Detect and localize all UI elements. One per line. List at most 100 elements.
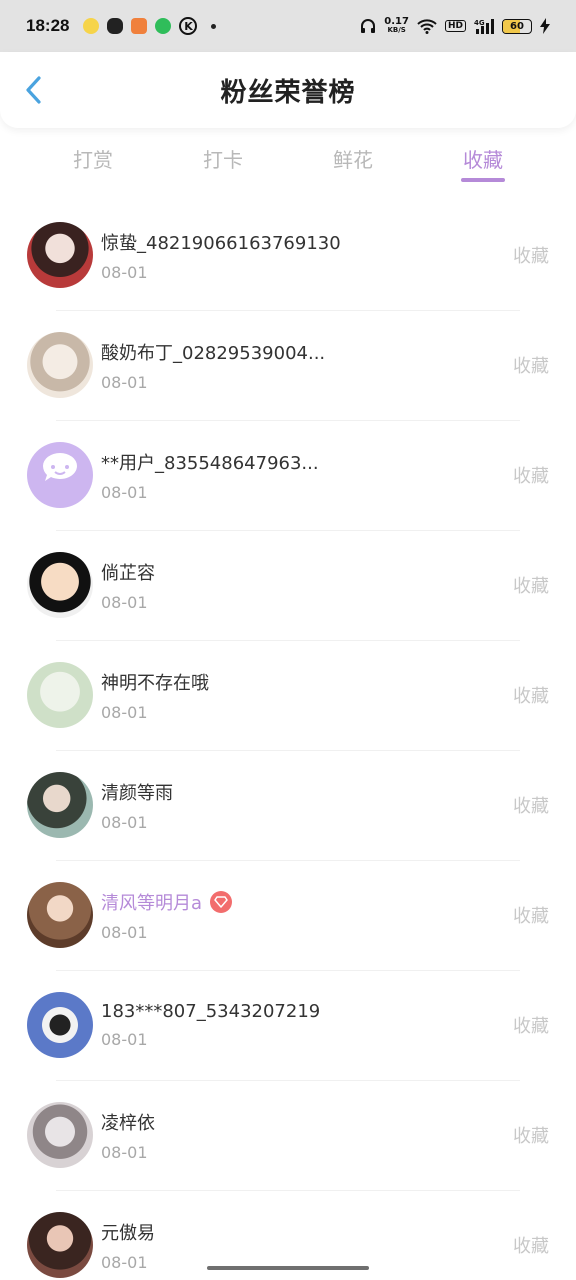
- name-line: 倘芷容: [101, 559, 576, 585]
- row-divider: [56, 970, 520, 971]
- network-speed: 0.17 KB/S: [384, 17, 409, 35]
- tab-label: 鲜花: [333, 148, 373, 172]
- fan-date: 08-01: [101, 262, 148, 282]
- tab-favorites[interactable]: 收藏: [418, 134, 548, 186]
- fan-date: 08-01: [101, 812, 148, 832]
- fan-action-label: 收藏: [513, 686, 549, 707]
- svg-text:4G: 4G: [474, 19, 485, 27]
- tab-bar: 打赏 打卡 鲜花 收藏: [0, 134, 576, 186]
- signal-icon: 4G: [474, 19, 494, 34]
- fan-info: 清风等明月a 08-01: [101, 889, 576, 942]
- avatar[interactable]: [27, 1212, 93, 1278]
- fan-name: 倘芷容: [101, 562, 155, 584]
- fan-name: **用户_835548647963...: [101, 452, 319, 474]
- list-item[interactable]: 惊蛰_48219066163769130 08-01 收藏: [0, 200, 576, 310]
- avatar[interactable]: [27, 772, 93, 838]
- status-time: 18:28: [26, 16, 70, 35]
- tab-label: 打赏: [73, 148, 113, 172]
- tab-label: 打卡: [203, 148, 243, 172]
- more-notifications-dot: [211, 23, 217, 29]
- fan-action-label: 收藏: [513, 1236, 549, 1257]
- default-user-icon: [43, 453, 77, 481]
- home-indicator[interactable]: [207, 1266, 369, 1270]
- fan-name: 元傲易: [101, 1222, 155, 1244]
- vip-diamond-icon: [210, 890, 233, 913]
- status-bar: 18:28 K 0.17 KB/S HD 4G 60: [0, 0, 576, 52]
- avatar[interactable]: [27, 332, 93, 398]
- fan-date: 08-01: [101, 1142, 148, 1162]
- active-tab-underline: [461, 178, 505, 182]
- name-line: 清风等明月a: [101, 889, 576, 915]
- fan-name: 神明不存在哦: [101, 672, 209, 694]
- row-divider: [56, 860, 520, 861]
- fan-info: 183***807_5343207219 08-01: [101, 1001, 576, 1049]
- row-divider: [56, 750, 520, 751]
- fan-name: 183***807_5343207219: [101, 1001, 321, 1022]
- charging-bolt-icon: [540, 18, 550, 34]
- chevron-left-icon: [26, 76, 41, 104]
- tab-flowers[interactable]: 鲜花: [288, 134, 418, 186]
- hd-badge: HD: [444, 20, 466, 32]
- tab-label: 收藏: [463, 148, 503, 172]
- list-item[interactable]: 酸奶布丁_02829539004... 08-01 收藏: [0, 310, 576, 420]
- fan-action-label: 收藏: [513, 576, 549, 597]
- battery-level: 60: [510, 20, 524, 32]
- avatar[interactable]: [27, 662, 93, 728]
- name-line: 183***807_5343207219: [101, 1001, 576, 1022]
- k-app-icon: K: [179, 17, 198, 35]
- list-item[interactable]: 倘芷容 08-01 收藏: [0, 530, 576, 640]
- fan-date: 08-01: [101, 482, 148, 502]
- fan-info: 元傲易 08-01: [101, 1219, 576, 1272]
- fan-date: 08-01: [101, 372, 148, 392]
- fan-action-label: 收藏: [513, 1016, 549, 1037]
- name-line: 神明不存在哦: [101, 669, 576, 695]
- smiley-app-icon: [83, 18, 100, 34]
- avatar[interactable]: [27, 992, 93, 1058]
- fan-date: 08-01: [101, 1030, 148, 1049]
- fan-action-label: 收藏: [513, 356, 549, 377]
- fan-action-label: 收藏: [513, 796, 549, 817]
- status-left: 18:28 K: [26, 16, 217, 36]
- diamond-icon: [214, 895, 228, 908]
- name-line: 酸奶布丁_02829539004...: [101, 339, 576, 365]
- fan-info: 惊蛰_48219066163769130 08-01: [101, 229, 576, 282]
- list-item[interactable]: 清颜等雨 08-01 收藏: [0, 750, 576, 860]
- list-item[interactable]: 神明不存在哦 08-01 收藏: [0, 640, 576, 750]
- green-app-icon: [155, 18, 172, 34]
- avatar[interactable]: [27, 442, 93, 508]
- list-item[interactable]: 183***807_5343207219 08-01 收藏: [0, 970, 576, 1080]
- fan-info: 倘芷容 08-01: [101, 559, 576, 612]
- header: 粉丝荣誉榜: [0, 52, 576, 128]
- fan-info: 凌梓依 08-01: [101, 1109, 576, 1162]
- list-item[interactable]: **用户_835548647963... 08-01 收藏: [0, 420, 576, 530]
- fan-name: 清风等明月a: [101, 892, 203, 914]
- row-divider: [56, 1080, 520, 1081]
- avatar[interactable]: [27, 552, 93, 618]
- fan-name: 清颜等雨: [101, 782, 173, 804]
- status-right: 0.17 KB/S HD 4G 60: [360, 17, 550, 35]
- name-line: 元傲易: [101, 1219, 576, 1245]
- tab-reward[interactable]: 打赏: [28, 134, 158, 186]
- fan-list: 惊蛰_48219066163769130 08-01 收藏 酸奶布丁_02829539…: [0, 200, 576, 1280]
- battery-icon: 60: [502, 18, 532, 34]
- list-item[interactable]: 清风等明月a 08-01 收藏: [0, 860, 576, 970]
- fan-name: 凌梓依: [101, 1112, 155, 1134]
- fan-date: 08-01: [101, 592, 148, 612]
- list-item[interactable]: 凌梓依 08-01 收藏: [0, 1080, 576, 1190]
- fan-name: 惊蛰_48219066163769130: [101, 232, 341, 254]
- row-divider: [56, 530, 520, 531]
- row-divider: [56, 310, 520, 311]
- avatar[interactable]: [27, 1102, 93, 1168]
- avatar[interactable]: [27, 222, 93, 288]
- avatar[interactable]: [27, 882, 93, 948]
- fan-action-label: 收藏: [513, 246, 549, 267]
- fan-action-label: 收藏: [513, 466, 549, 487]
- fan-info: 清颜等雨 08-01: [101, 779, 576, 832]
- fan-info: **用户_835548647963... 08-01: [101, 449, 576, 502]
- name-line: 惊蛰_48219066163769130: [101, 229, 576, 255]
- name-line: 清颜等雨: [101, 779, 576, 805]
- tab-checkin[interactable]: 打卡: [158, 134, 288, 186]
- wifi-icon: [417, 19, 437, 34]
- wechat-icon: [107, 18, 124, 34]
- back-button[interactable]: [18, 74, 48, 106]
